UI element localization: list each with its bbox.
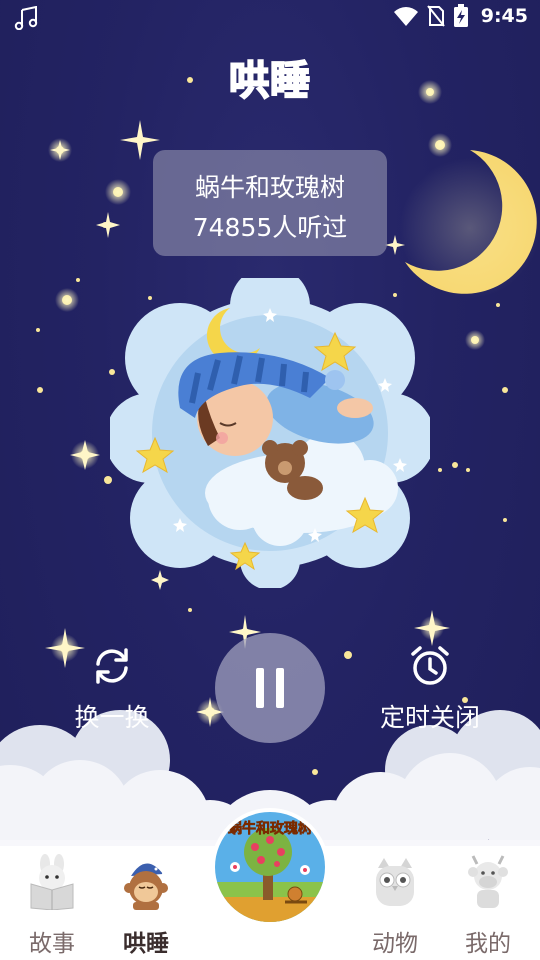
tab-label: 动物	[372, 931, 418, 957]
cow-avatar-icon	[468, 855, 508, 908]
shuffle-label: 换一换	[74, 703, 150, 732]
tab-label: 我的	[465, 931, 511, 957]
book-bunny-icon	[30, 854, 74, 910]
tab-label: 故事	[29, 931, 75, 957]
sleepy-monkey-icon	[124, 860, 168, 910]
listen-count: 74855人听过	[192, 213, 348, 242]
no-sim-icon	[426, 5, 445, 27]
wifi-icon	[393, 7, 418, 26]
tab-sleep[interactable]: 哄睡	[96, 846, 196, 960]
pause-icon	[256, 668, 264, 708]
alarm-clock-icon	[411, 646, 449, 685]
shuffle-button[interactable]: 换一换	[62, 644, 162, 734]
story-title: 蜗牛和玫瑰树	[194, 173, 345, 202]
now-playing-card[interactable]: 蜗牛和玫瑰树 74855人听过	[153, 150, 387, 256]
refresh-icon	[96, 648, 128, 684]
page-title: 哄睡	[228, 57, 311, 105]
status-time: 9:45	[480, 5, 528, 27]
timer-label: 定时关闭	[379, 703, 480, 732]
sleeping-baby-illustration	[110, 278, 430, 588]
cover-title: 蜗牛和玫瑰树	[228, 821, 313, 838]
tab-profile[interactable]: 我的	[438, 846, 538, 960]
pause-button[interactable]	[215, 633, 325, 743]
tab-animals[interactable]: 动物	[345, 846, 445, 960]
tab-stories[interactable]: 故事	[2, 846, 102, 960]
status-bar: 9:45	[0, 0, 540, 36]
battery-charging-icon	[453, 4, 468, 27]
sleep-timer-button[interactable]: 定时关闭	[370, 644, 490, 734]
owl-icon	[376, 858, 414, 906]
music-note-icon	[14, 5, 40, 34]
tab-label: 哄睡	[123, 931, 169, 957]
now-playing-disc[interactable]: 蜗牛和玫瑰树	[211, 808, 329, 926]
sleep-screen: 9:45 哄睡 蜗牛和玫瑰树 74855人听过 换一换 定时关闭 故事 哄睡 动…	[0, 0, 540, 960]
